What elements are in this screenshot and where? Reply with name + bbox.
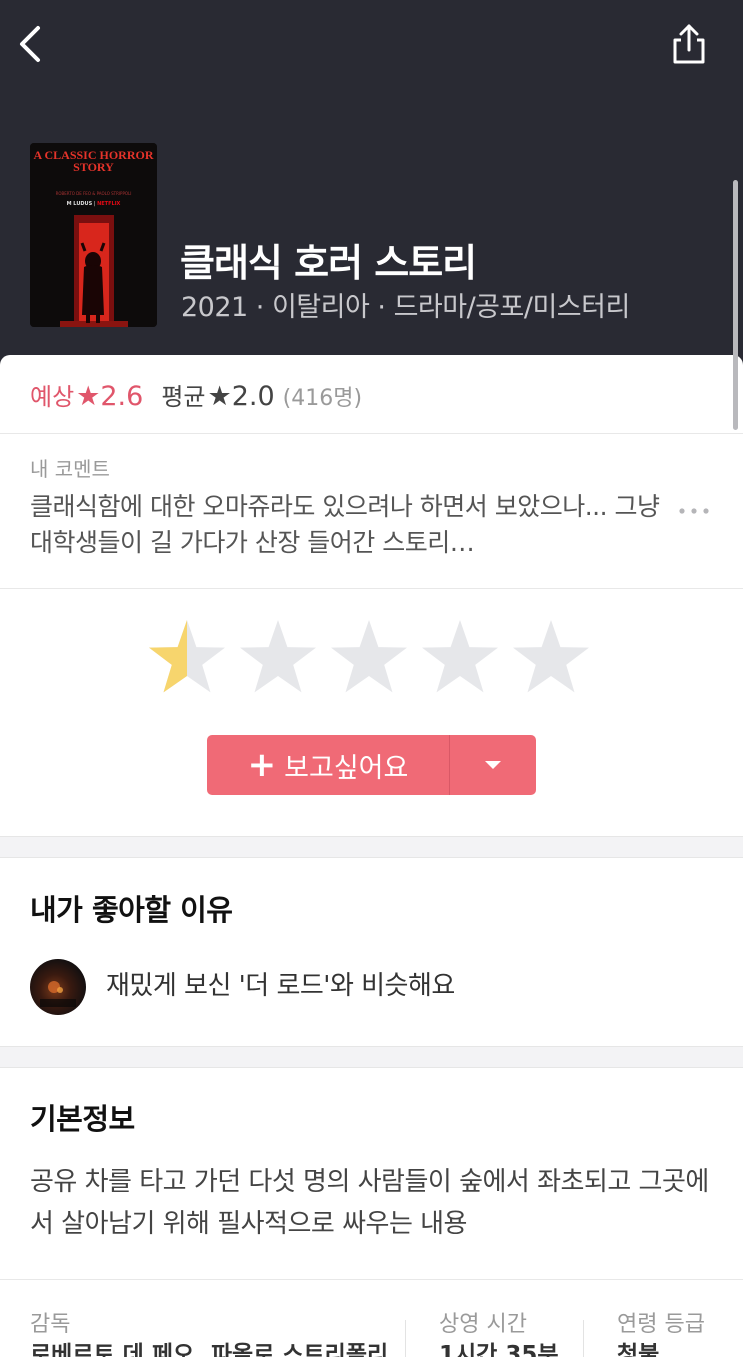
section-gap <box>0 836 743 858</box>
section-gap <box>0 1046 743 1068</box>
caret-down-icon <box>485 761 501 769</box>
share-icon <box>673 24 705 64</box>
rating-count: (416명) <box>282 386 363 411</box>
thumbnail-artwork <box>40 981 76 1007</box>
my-comment-label: 내 코멘트 <box>30 457 110 481</box>
spec-divider <box>405 1320 406 1357</box>
movie-title: 클래식 호러 스토리 <box>180 241 477 285</box>
spec-runtime-value: 1시간 35분 <box>439 1342 559 1357</box>
back-button[interactable] <box>14 22 50 66</box>
spec-director-label: 감독 <box>30 1312 71 1337</box>
poster-brand: M LUDUS | NETFLIX <box>66 201 121 207</box>
scrollbar[interactable] <box>733 180 738 430</box>
star-4[interactable] <box>419 618 501 698</box>
poster-brand-a: M LUDUS <box>66 201 93 207</box>
star-2[interactable] <box>237 618 319 698</box>
poster-subtitle: ROBERTO DE FEO & PAOLO STRIPPOLI <box>55 191 132 196</box>
movie-header: A CLASSIC HORROR STORY ROBERTO DE FEO & … <box>0 0 743 380</box>
wishlist-dropdown-button[interactable] <box>450 735 536 795</box>
star-rating[interactable] <box>146 618 601 698</box>
my-comment-text[interactable]: 클래식함에 대한 오마쥬라도 있으려나 하면서 보았으나... 그냥 대학생들이… <box>30 489 660 561</box>
spec-divider <box>583 1320 584 1357</box>
movie-poster[interactable]: A CLASSIC HORROR STORY ROBERTO DE FEO & … <box>30 143 157 327</box>
average-label: 평균 <box>161 383 206 411</box>
star-3[interactable] <box>328 618 410 698</box>
poster-brand-b: NETFLIX <box>97 201 121 207</box>
divider <box>0 1279 743 1280</box>
predicted-value: ★2.6 <box>76 381 144 412</box>
reason-title: 내가 좋아할 이유 <box>30 893 233 927</box>
more-horizontal-icon <box>679 508 709 514</box>
plus-icon: + <box>247 745 277 785</box>
reason-text: 재밌게 보신 '더 로드'와 비슷해요 <box>106 971 455 1001</box>
predicted-label: 예상 <box>30 383 75 411</box>
share-button[interactable] <box>669 22 709 66</box>
star-5[interactable] <box>510 618 592 698</box>
poster-title: A CLASSIC HORROR STORY <box>33 148 154 174</box>
star-1[interactable] <box>146 618 228 698</box>
rating-summary: 예상 ★2.6 평균 ★2.0 (416명) <box>30 377 362 415</box>
comment-more-button[interactable] <box>672 494 716 528</box>
wishlist-button-group: + 보고싶어요 <box>207 735 536 795</box>
spec-director-value[interactable]: 로베르토 데 페오, 파올로 스트리폴리 <box>30 1340 388 1357</box>
wishlist-button[interactable]: + 보고싶어요 <box>207 735 449 795</box>
divider <box>0 588 743 589</box>
divider <box>0 433 743 434</box>
movie-meta: 2021 · 이탈리아 · 드라마/공포/미스터리 <box>181 292 630 323</box>
basic-info-description: 공유 차를 타고 가던 다섯 명의 사람들이 숲에서 좌초되고 그곳에서 살아남… <box>30 1167 709 1239</box>
related-movie-thumbnail[interactable] <box>30 959 86 1015</box>
spec-age-value: 청불 <box>617 1342 660 1357</box>
basic-info-title: 기본정보 <box>30 1102 135 1136</box>
spec-runtime-label: 상영 시간 <box>439 1312 527 1337</box>
chevron-left-icon <box>20 26 40 62</box>
spec-age-label: 연령 등급 <box>617 1312 705 1337</box>
average-value: ★2.0 <box>207 381 275 412</box>
wishlist-label: 보고싶어요 <box>284 752 409 784</box>
